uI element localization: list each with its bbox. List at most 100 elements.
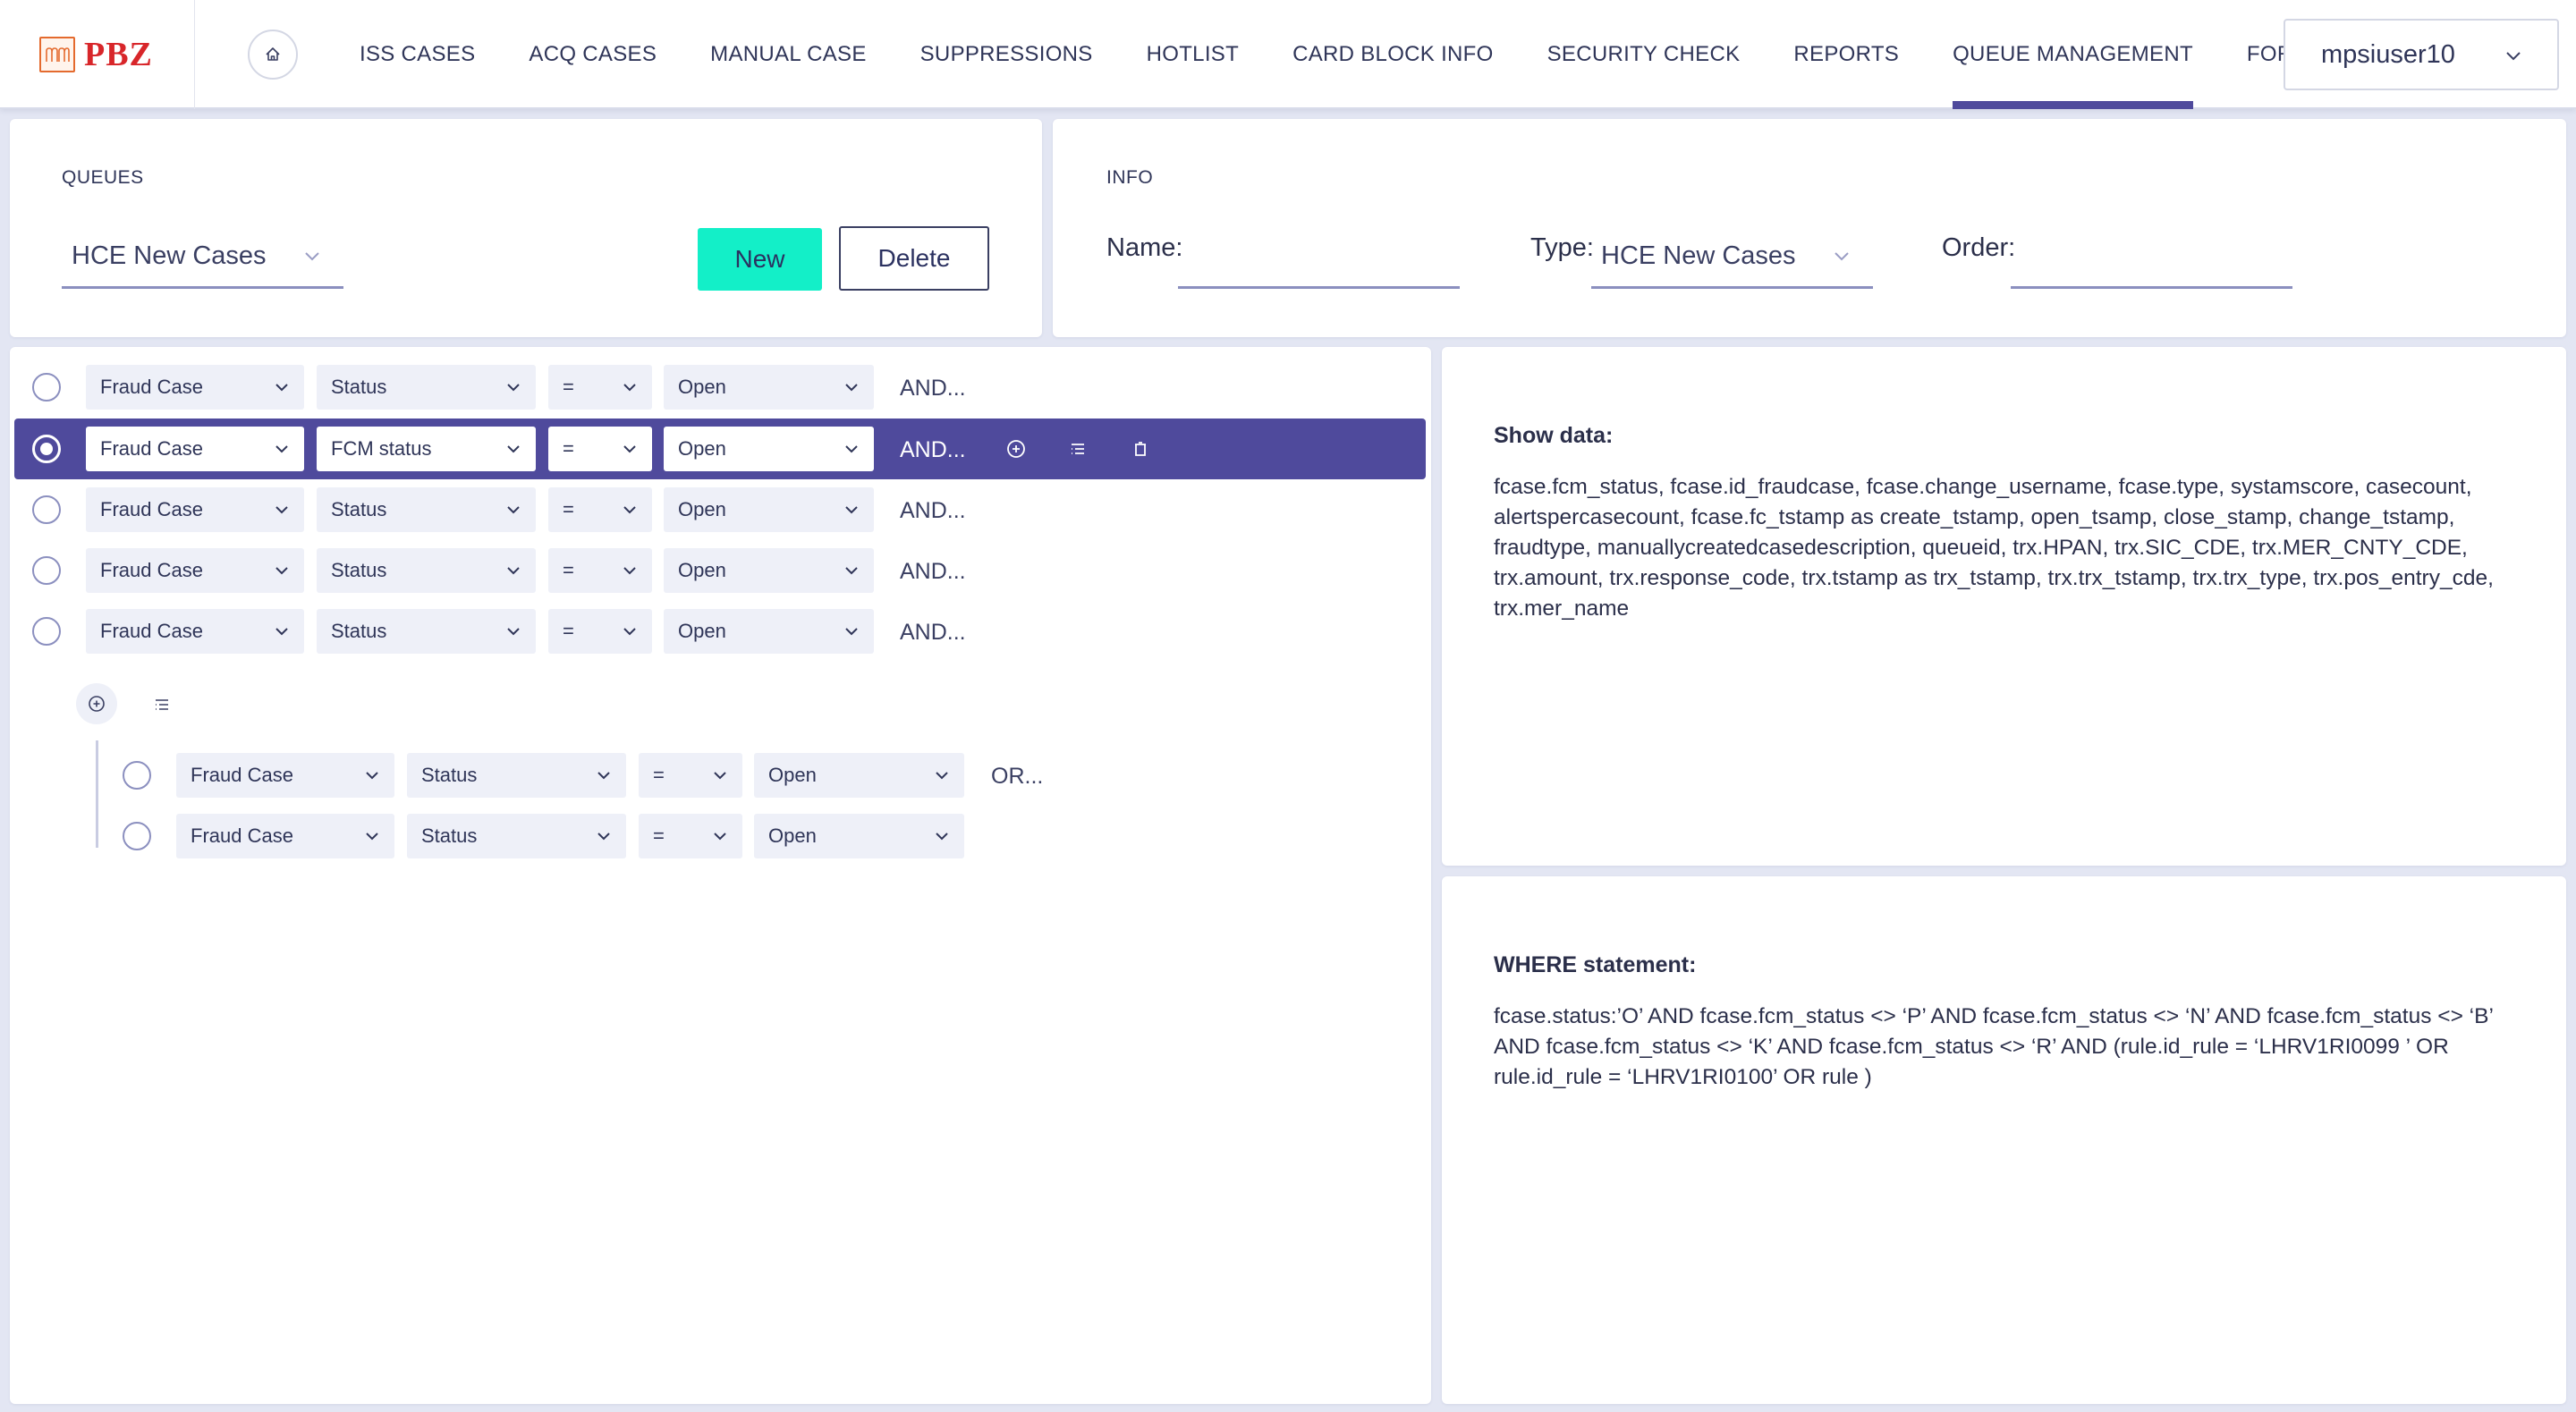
brand-logo[interactable]: PBZ [0,0,195,109]
nav-security-check[interactable]: SECURITY CHECK [1521,0,1767,109]
show-data-title: Show data: [1494,423,1614,448]
home-button[interactable] [248,30,298,80]
entity-select[interactable]: Fraud Case [86,609,304,654]
add-subgroup-button[interactable] [151,694,173,715]
nav-iss-cases[interactable]: ISS CASES [333,0,502,109]
rule-row[interactable]: Fraud Case Status = Open AND... [14,479,1426,540]
field-select[interactable]: Status [407,753,626,798]
user-menu-select[interactable]: mpsiuser10 [2284,19,2559,90]
conjunction-link[interactable]: AND... [900,376,966,402]
delete-condition-button[interactable] [1130,438,1151,460]
rule-radio[interactable] [32,373,61,402]
queues-section-label: QUEUES [62,167,144,188]
type-label: Type: [1530,233,1594,262]
chevron-down-icon [366,833,378,841]
chevron-down-icon [623,567,636,575]
conjunction-link[interactable]: AND... [900,498,966,524]
nav-manual-case[interactable]: MANUAL CASE [683,0,893,109]
rule-row[interactable]: Fraud Case Status = Open AND... [14,540,1426,601]
conjunction-link[interactable]: AND... [900,437,966,463]
rule-radio[interactable] [32,617,61,646]
rule-row[interactable]: Fraud Case Status = Open AND... [14,601,1426,662]
chevron-down-icon [623,445,636,453]
new-queue-button[interactable]: New [698,228,822,291]
chevron-down-icon [845,567,858,575]
operator-select[interactable]: = [548,548,652,593]
field-select[interactable]: Status [317,487,536,532]
where-statement-panel: WHERE statement: fcase.status:’O’ AND fc… [1442,876,2566,1404]
field-select[interactable]: Status [317,365,536,410]
chevron-down-icon [845,384,858,392]
logo-text: PBZ [84,36,153,73]
nav-suppressions[interactable]: SUPPRESSIONS [894,0,1120,109]
operator-select[interactable]: = [548,609,652,654]
rule-radio-checked[interactable] [32,435,61,463]
value-select[interactable]: Open [664,609,874,654]
chevron-down-icon [507,567,520,575]
field-select[interactable]: Status [317,609,536,654]
chevron-down-icon [507,506,520,514]
field-select[interactable]: FCM status [317,427,536,471]
rule-builder-panel: Fraud Case Status = Open AND... Fraud Ca… [10,347,1431,1404]
chevron-down-icon [507,628,520,636]
group-rule-row[interactable]: Fraud Case Status = Open OR... [113,745,1097,806]
show-data-text: fcase.fcm_status, fcase.id_fraudcase, fc… [1494,475,2494,621]
operator-select[interactable]: = [548,365,652,410]
field-select[interactable]: Status [317,548,536,593]
plus-circle-icon [1007,440,1025,458]
chevron-down-icon [275,506,288,514]
value-select[interactable]: Open [754,814,964,858]
value-select[interactable]: Open [664,427,874,471]
conjunction-link[interactable]: AND... [900,559,966,585]
queues-panel: QUEUES HCE New Cases New Delete [10,119,1042,337]
operator-select[interactable]: = [639,814,742,858]
value-select[interactable]: Open [754,753,964,798]
chevron-down-icon [845,506,858,514]
group-rule-row[interactable]: Fraud Case Status = Open [113,806,1097,867]
value-select[interactable]: Open [664,365,874,410]
rule-radio[interactable] [32,495,61,524]
operator-select[interactable]: = [548,427,652,471]
info-panel: INFO Name: Type: HCE New Cases Order: [1053,119,2566,337]
nav-reports[interactable]: REPORTS [1767,0,1926,109]
add-group-condition-button[interactable] [76,683,117,724]
type-select[interactable]: HCE New Cases [1591,226,1873,289]
rule-radio[interactable] [123,822,151,850]
indent-list-icon [1072,444,1084,454]
value-select[interactable]: Open [664,487,874,532]
order-input[interactable] [2011,226,2292,289]
value-select[interactable]: Open [664,548,874,593]
entity-select[interactable]: Fraud Case [86,548,304,593]
conjunction-link[interactable]: OR... [991,764,1043,790]
queue-select-value: HCE New Cases [72,241,267,270]
delete-queue-button[interactable]: Delete [839,226,989,291]
chevron-down-icon [507,445,520,453]
conjunction-link[interactable]: AND... [900,620,966,646]
entity-select[interactable]: Fraud Case [176,753,394,798]
nav-queue-management[interactable]: QUEUE MANAGEMENT [1926,0,2220,109]
nav-hotlist[interactable]: HOTLIST [1120,0,1266,109]
add-group-button[interactable] [1067,438,1089,460]
entity-select[interactable]: Fraud Case [86,427,304,471]
indent-list-icon [156,699,168,710]
field-select[interactable]: Status [407,814,626,858]
queue-select[interactable]: HCE New Cases [62,226,343,289]
entity-select[interactable]: Fraud Case [86,365,304,410]
chevron-down-icon [714,833,726,841]
add-condition-button[interactable] [1005,438,1027,460]
rule-radio[interactable] [123,761,151,790]
name-input[interactable] [1178,226,1460,289]
chevron-down-icon [936,772,948,780]
operator-select[interactable]: = [548,487,652,532]
operator-select[interactable]: = [639,753,742,798]
nav-card-block-info[interactable]: CARD BLOCK INFO [1266,0,1521,109]
info-section-label: INFO [1106,167,1154,188]
entity-select[interactable]: Fraud Case [176,814,394,858]
entity-select[interactable]: Fraud Case [86,487,304,532]
rule-row-selected[interactable]: Fraud Case FCM status = Open AND... [14,419,1426,479]
rule-radio[interactable] [32,556,61,585]
username: mpsiuser10 [2321,39,2455,69]
nav-acq-cases[interactable]: ACQ CASES [502,0,683,109]
rule-row[interactable]: Fraud Case Status = Open AND... [14,357,1426,418]
chevron-down-icon [936,833,948,841]
